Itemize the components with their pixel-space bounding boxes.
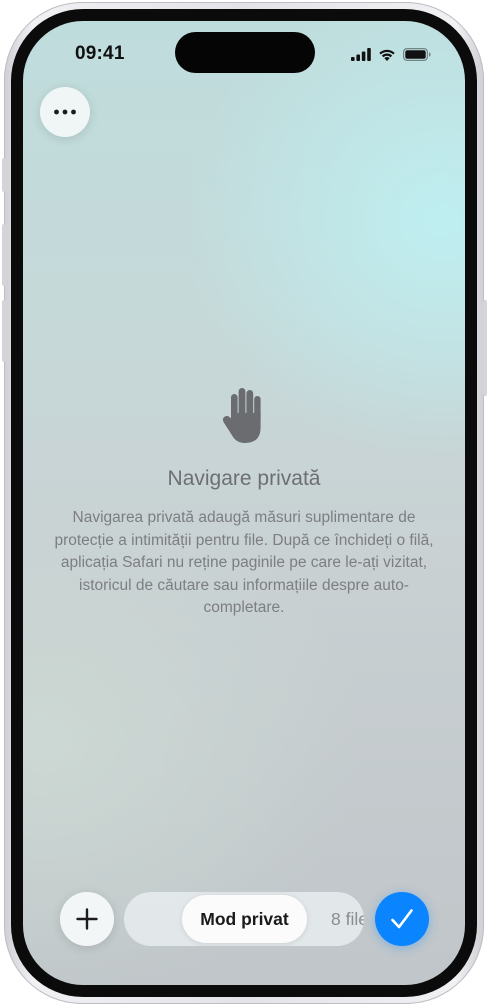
dynamic-island — [175, 32, 315, 73]
cellular-signal-icon — [351, 47, 371, 61]
ellipsis-icon — [54, 109, 76, 115]
private-browsing-start-page: 09:41 Navigare privată Navigarea privată… — [23, 21, 465, 985]
power-button — [483, 300, 487, 396]
private-browsing-description: Navigarea privată adaugă măsuri suplimen… — [54, 509, 434, 616]
done-button[interactable] — [375, 892, 429, 946]
more-options-button[interactable] — [40, 87, 90, 137]
private-mode-segment[interactable]: Mod privat — [182, 895, 307, 943]
new-tab-button[interactable] — [60, 892, 114, 946]
volume-up-button — [2, 224, 6, 286]
tabs-segment[interactable]: 8 file — [331, 892, 364, 946]
screen: 09:41 Navigare privată Navigarea privată… — [23, 21, 465, 985]
status-time: 09:41 — [75, 43, 125, 64]
raised-hand-icon — [222, 388, 261, 443]
plus-icon — [76, 908, 98, 930]
wifi-icon — [379, 49, 395, 61]
checkmark-icon — [391, 909, 413, 929]
volume-down-button — [2, 300, 6, 362]
action-button — [2, 158, 6, 192]
battery-icon — [403, 47, 431, 61]
tab-group-switcher: Mod privat 8 file — [124, 892, 364, 946]
private-browsing-title: Navigare privată — [167, 467, 321, 490]
status-icons — [351, 46, 431, 62]
